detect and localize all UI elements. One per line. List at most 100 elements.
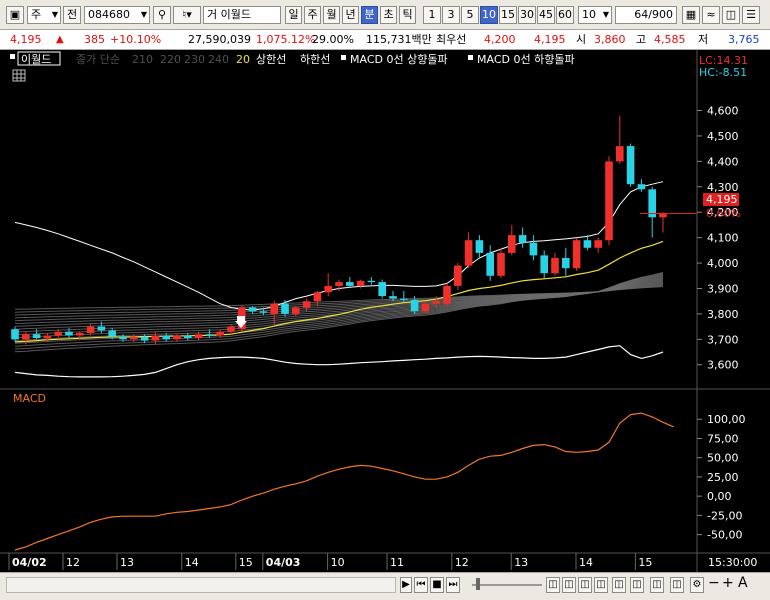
- ask-price: 4,200: [484, 33, 516, 46]
- legend-macd-up: MACD 0선 상향돌파: [350, 53, 448, 66]
- zoom-plus-icon[interactable]: +: [722, 575, 734, 591]
- candle-body: [464, 240, 473, 266]
- interval-button-1[interactable]: 1: [423, 6, 441, 24]
- badge-pct: 0.60%: [706, 207, 741, 220]
- chart-type-icon[interactable]: ◫: [670, 577, 684, 593]
- table-icon[interactable]: [12, 69, 26, 82]
- price-tick-label: 4,000: [707, 257, 739, 270]
- zoom-minus-icon[interactable]: −: [708, 575, 720, 591]
- period-button-6[interactable]: 틱: [399, 6, 416, 24]
- zoom-slider[interactable]: [472, 584, 542, 586]
- candle-body: [508, 235, 516, 253]
- interval-button-60[interactable]: 60: [556, 6, 574, 24]
- high-label: 고: [636, 33, 647, 46]
- price-tick-label: 3,700: [707, 333, 739, 346]
- candle-body: [32, 334, 41, 338]
- candle-body: [205, 334, 214, 336]
- sound-icon[interactable]: ♮▾: [173, 6, 201, 24]
- time-label: 12: [66, 556, 80, 569]
- period-button-0[interactable]: 일: [285, 6, 302, 24]
- ruler-icon[interactable]: ◫: [630, 577, 644, 593]
- zoom-slider-handle[interactable]: [476, 578, 480, 590]
- interval-button-3[interactable]: 3: [442, 6, 460, 24]
- candle-body: [313, 292, 322, 302]
- link-icon[interactable]: ◫: [594, 577, 608, 593]
- legend-upper-line: 상한선: [256, 53, 286, 66]
- interval-button-15[interactable]: 15: [499, 6, 517, 24]
- time-axis-labels: 04/02 12 13 14 15 04/03 10 11 12 13 14 15 15:30:00: [8, 553, 757, 570]
- period-button-2[interactable]: 월: [323, 6, 340, 24]
- amount-value: 115,731백만: [366, 33, 432, 46]
- price-chart[interactable]: 이월드 종가 단순 210 220 230 240 20 상한선 하한선 MAC…: [0, 50, 770, 572]
- hc-label: HC:-8.51: [699, 66, 747, 79]
- chevron-down-icon: ▼: [602, 10, 609, 19]
- zoom-fit-icon[interactable]: ◫: [562, 577, 576, 593]
- macd-tick-label: 25,00: [707, 471, 739, 484]
- candle-body: [659, 213, 667, 218]
- stock-code-input[interactable]: 084680 ▼: [84, 6, 150, 24]
- market-button[interactable]: 전: [63, 6, 81, 24]
- period-button-1[interactable]: 주: [304, 6, 321, 24]
- macd-series: [14, 412, 675, 551]
- candle-body: [270, 303, 278, 314]
- scroll-track[interactable]: [6, 577, 396, 593]
- low-label: 저: [698, 33, 709, 46]
- period-button-3[interactable]: 년: [342, 6, 359, 24]
- grid-icon[interactable]: ▦: [682, 6, 700, 24]
- interval-button-10[interactable]: 10: [480, 6, 498, 24]
- candle-body: [346, 282, 354, 286]
- settings-icon[interactable]: ⚙: [690, 577, 704, 593]
- interval-button-45[interactable]: 45: [537, 6, 555, 24]
- candle-body: [400, 298, 408, 300]
- interval-button-5[interactable]: 5: [461, 6, 479, 24]
- volume-ratio: 1,075.12%: [256, 33, 316, 46]
- macd-tick-label: 50,00: [707, 452, 739, 465]
- play-icon[interactable]: ▶: [400, 577, 412, 593]
- price-tick-label: 4,600: [707, 105, 739, 118]
- candle-body: [443, 285, 451, 304]
- window-icon[interactable]: ▣: [6, 6, 24, 24]
- change-value: 385: [84, 33, 105, 46]
- search-icon[interactable]: ⚲: [153, 6, 171, 24]
- bid-price: 4,195: [534, 33, 566, 46]
- legend-lower-line: 하한선: [300, 52, 330, 66]
- legend-ma-210: 210: [132, 53, 153, 66]
- period-button-5[interactable]: 초: [380, 6, 397, 24]
- time-label: 15: [638, 556, 652, 569]
- candle-body: [173, 335, 181, 340]
- candle-body: [248, 307, 257, 312]
- fast-forward-icon[interactable]: ⏭: [446, 577, 460, 593]
- count-select[interactable]: 10 ▼: [578, 6, 612, 24]
- candle-body: [86, 326, 95, 333]
- type-select[interactable]: 주 ▼: [27, 6, 61, 24]
- macd-line: [14, 412, 675, 551]
- candle-body: [551, 258, 559, 274]
- period-button-4[interactable]: 분: [361, 6, 378, 24]
- view-count-value: 64: [634, 8, 649, 21]
- legend-ma-220: 220: [160, 53, 181, 66]
- menu-icon[interactable]: ☰: [742, 6, 760, 24]
- indicator-icon[interactable]: ≈: [702, 6, 720, 24]
- price-tick-label: 4,500: [707, 130, 739, 143]
- stock-code-value: 084680: [88, 8, 130, 21]
- interval-button-30[interactable]: 30: [518, 6, 536, 24]
- candle-body: [605, 161, 613, 241]
- save-icon[interactable]: ◫: [722, 6, 740, 24]
- stock-name-field[interactable]: 거 이월드: [203, 6, 281, 24]
- candle-body: [616, 146, 624, 162]
- legend-ma-label: 종가 단순: [76, 53, 120, 66]
- price-axis-ticks: 4,6004,5004,4004,3004,2004,1004,0003,900…: [697, 105, 739, 372]
- crosshair-icon[interactable]: ◫: [612, 577, 626, 593]
- macd-tick-label: 100,00: [707, 413, 746, 426]
- rewind-icon[interactable]: ⏮: [414, 577, 428, 593]
- candle-body: [421, 303, 430, 312]
- copy-icon[interactable]: ◫: [578, 577, 592, 593]
- zoom-out-icon[interactable]: ◫: [546, 577, 560, 593]
- font-size-icon[interactable]: A: [738, 575, 748, 591]
- stop-icon[interactable]: ■: [430, 577, 444, 593]
- view-count-field[interactable]: 64/900: [615, 6, 677, 24]
- open-price: 3,860: [594, 33, 626, 46]
- draw-icon[interactable]: ◫: [650, 577, 664, 593]
- candle-body: [378, 282, 386, 297]
- price-tick-label: 4,300: [707, 181, 739, 194]
